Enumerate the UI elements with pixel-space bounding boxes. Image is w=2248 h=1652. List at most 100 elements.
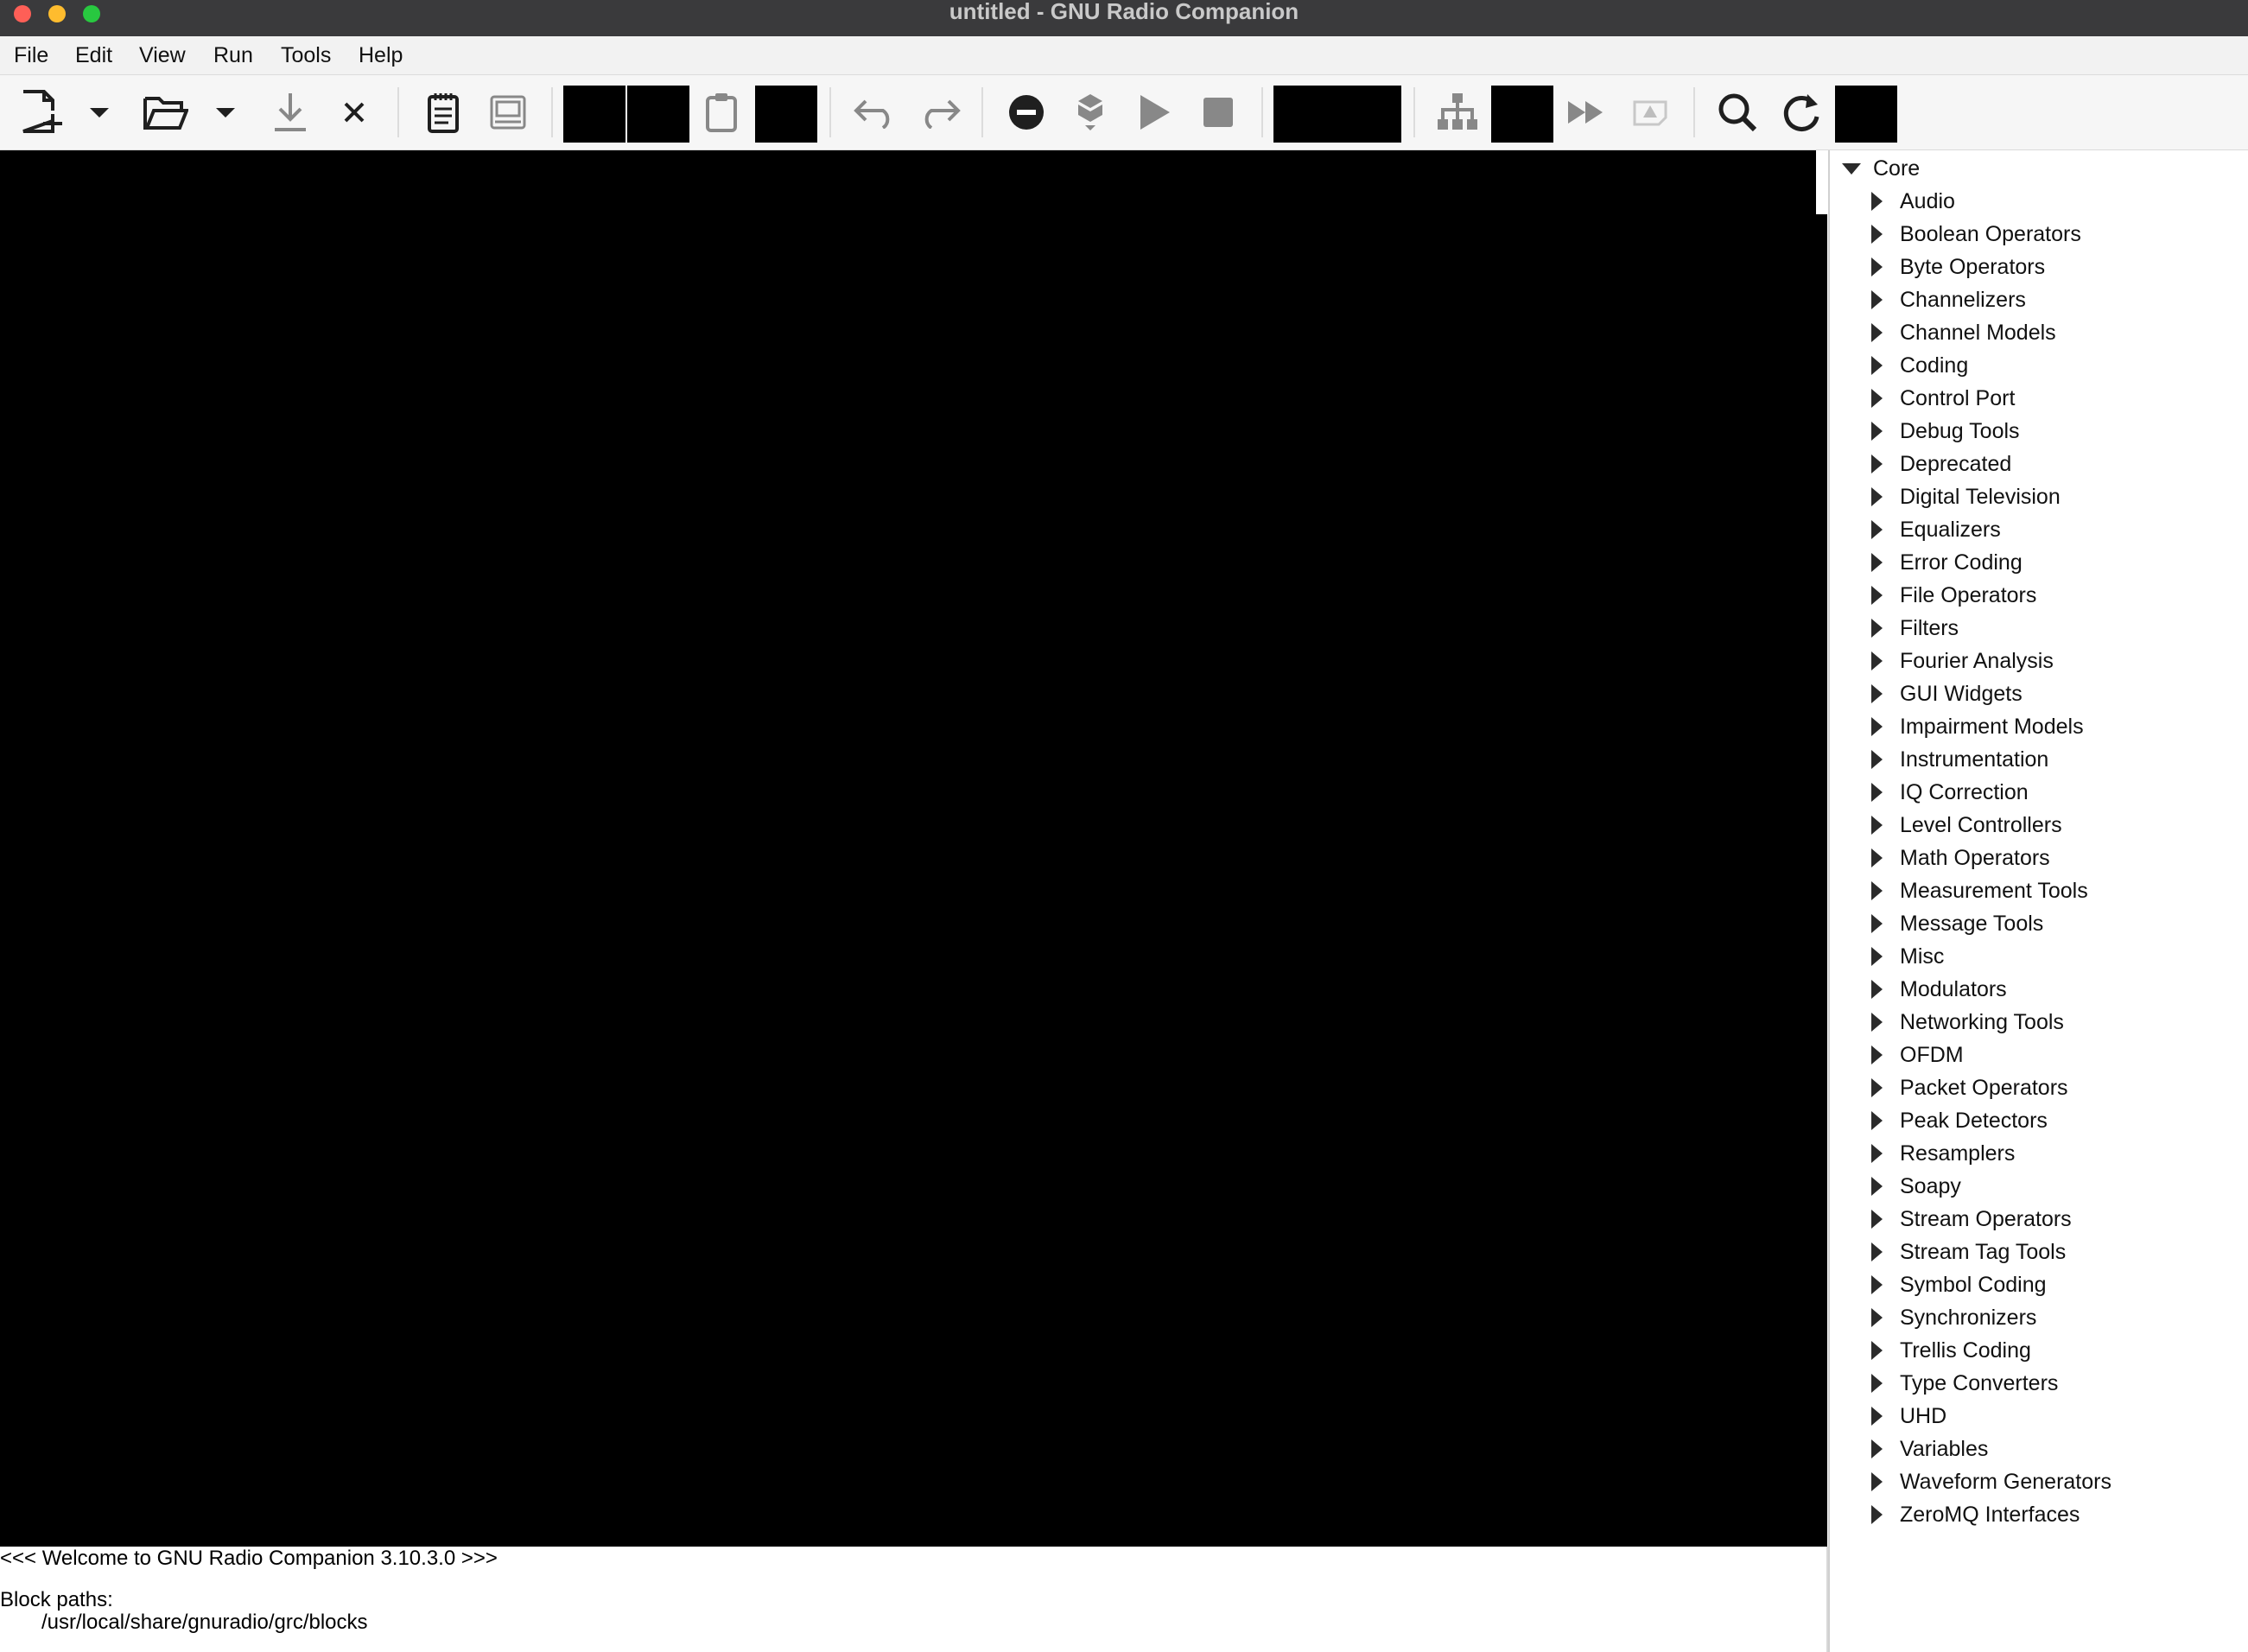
search-button[interactable] — [1707, 75, 1768, 149]
expand-arrow-icon[interactable] — [1871, 520, 1883, 539]
expand-arrow-icon[interactable] — [1871, 257, 1883, 276]
tree-item-stream-tag-tools[interactable]: Stream Tag Tools — [1871, 1236, 2066, 1268]
tree-item-gui-widgets[interactable]: GUI Widgets — [1871, 677, 2023, 710]
paste-button[interactable] — [696, 75, 746, 149]
expand-arrow-icon[interactable] — [1871, 487, 1883, 506]
tree-item-iq-correction[interactable]: IQ Correction — [1871, 776, 2029, 809]
canvas-scrollbar[interactable] — [1816, 150, 1827, 214]
close-button[interactable] — [332, 75, 377, 149]
expand-arrow-icon[interactable] — [1871, 1045, 1883, 1064]
expand-arrow-icon[interactable] — [1871, 1439, 1883, 1458]
menu-run[interactable]: Run — [213, 41, 253, 69]
expand-arrow-icon[interactable] — [1871, 1111, 1883, 1130]
tree-item-misc[interactable]: Misc — [1871, 940, 1944, 973]
expand-arrow-icon[interactable] — [1871, 1341, 1883, 1360]
expand-arrow-icon[interactable] — [1871, 290, 1883, 309]
tree-item-file-operators[interactable]: File Operators — [1871, 579, 2036, 612]
tree-item-stream-operators[interactable]: Stream Operators — [1871, 1203, 2072, 1236]
expand-arrow-icon[interactable] — [1871, 422, 1883, 441]
execute-button[interactable] — [1128, 75, 1180, 149]
expand-arrow-icon[interactable] — [1871, 651, 1883, 670]
report-button[interactable] — [418, 75, 468, 149]
expand-arrow-icon[interactable] — [1871, 1210, 1883, 1229]
expand-arrow-icon[interactable] — [1871, 881, 1883, 900]
tree-item-trellis-coding[interactable]: Trellis Coding — [1871, 1334, 2031, 1367]
expand-arrow-icon[interactable] — [1871, 783, 1883, 802]
cut-button[interactable] — [563, 86, 626, 143]
create-hier-button[interactable] — [1491, 86, 1553, 143]
expand-arrow-icon[interactable] — [1871, 1242, 1883, 1261]
tree-item-resamplers[interactable]: Resamplers — [1871, 1137, 2015, 1170]
reload-button[interactable] — [1771, 75, 1832, 149]
expand-arrow-icon[interactable] — [1871, 1308, 1883, 1327]
expand-arrow-icon[interactable] — [1871, 947, 1883, 966]
menu-edit[interactable]: Edit — [75, 41, 112, 69]
tree-item-measurement-tools[interactable]: Measurement Tools — [1871, 874, 2088, 907]
tree-item-impairment-models[interactable]: Impairment Models — [1871, 710, 2084, 743]
tree-item-digital-television[interactable]: Digital Television — [1871, 480, 2061, 513]
forward-button[interactable] — [1560, 75, 1612, 149]
expand-arrow-icon[interactable] — [1871, 1407, 1883, 1426]
expand-arrow-icon[interactable] — [1871, 356, 1883, 375]
expand-arrow-icon[interactable] — [1871, 454, 1883, 473]
expand-arrow-icon[interactable] — [1871, 1505, 1883, 1524]
new-flowgraph-button[interactable] — [10, 75, 71, 149]
tree-item-waveform-generators[interactable]: Waveform Generators — [1871, 1465, 2111, 1498]
redo-button[interactable] — [909, 75, 969, 149]
tree-item-networking-tools[interactable]: Networking Tools — [1871, 1006, 2064, 1039]
disable-block-button[interactable] — [999, 75, 1054, 149]
tree-item-channel-models[interactable]: Channel Models — [1871, 316, 2056, 349]
expand-arrow-icon[interactable] — [1871, 553, 1883, 572]
errors-button[interactable] — [1624, 75, 1676, 149]
new-flowgraph-dropdown[interactable] — [85, 75, 114, 149]
undo-button[interactable] — [845, 75, 905, 149]
tree-item-ofdm[interactable]: OFDM — [1871, 1039, 1964, 1071]
expand-arrow-icon[interactable] — [1871, 389, 1883, 408]
tree-item-soapy[interactable]: Soapy — [1871, 1170, 1961, 1203]
tree-item-type-converters[interactable]: Type Converters — [1871, 1367, 2058, 1400]
expand-arrow-icon[interactable] — [1871, 1078, 1883, 1097]
menu-file[interactable]: File — [14, 41, 48, 69]
expand-arrow-icon[interactable] — [1871, 586, 1883, 605]
tree-item-control-port[interactable]: Control Port — [1871, 382, 2015, 415]
tree-item-coding[interactable]: Coding — [1871, 349, 1968, 382]
copy-button[interactable] — [627, 86, 689, 143]
expand-arrow-icon[interactable] — [1871, 1177, 1883, 1196]
screen-capture-button[interactable] — [482, 75, 534, 149]
tree-item-math-operators[interactable]: Math Operators — [1871, 842, 2050, 874]
expand-arrow-icon[interactable] — [1871, 1144, 1883, 1163]
expand-arrow-icon[interactable] — [1871, 1472, 1883, 1491]
tree-item-uhd[interactable]: UHD — [1871, 1400, 1946, 1433]
expand-arrow-icon[interactable] — [1871, 1275, 1883, 1294]
tree-item-channelizers[interactable]: Channelizers — [1871, 283, 2026, 316]
expand-arrow-icon[interactable] — [1871, 192, 1883, 211]
tree-item-variables[interactable]: Variables — [1871, 1433, 1988, 1465]
stop-button[interactable] — [1192, 75, 1244, 149]
open-dropdown[interactable] — [211, 75, 240, 149]
tree-item-modulators[interactable]: Modulators — [1871, 973, 2007, 1006]
tree-item-level-controllers[interactable]: Level Controllers — [1871, 809, 2062, 842]
menu-view[interactable]: View — [139, 41, 186, 69]
expand-arrow-icon[interactable] — [1871, 848, 1883, 867]
flowgraph-canvas[interactable] — [0, 150, 1827, 1547]
rotate-button[interactable] — [1273, 86, 1401, 143]
tree-item-equalizers[interactable]: Equalizers — [1871, 513, 2001, 546]
tree-item-packet-operators[interactable]: Packet Operators — [1871, 1071, 2068, 1104]
tree-item-boolean-operators[interactable]: Boolean Operators — [1871, 218, 2081, 251]
expand-arrow-icon[interactable] — [1871, 750, 1883, 769]
tree-item-filters[interactable]: Filters — [1871, 612, 1959, 645]
tree-item-fourier-analysis[interactable]: Fourier Analysis — [1871, 645, 2054, 677]
expand-arrow-icon[interactable] — [1871, 1013, 1883, 1032]
expand-arrow-icon[interactable] — [1871, 684, 1883, 703]
tree-item-instrumentation[interactable]: Instrumentation — [1871, 743, 2048, 776]
bypass-block-button[interactable] — [1064, 75, 1116, 149]
hierarchy-button[interactable] — [1429, 75, 1486, 149]
save-button[interactable] — [264, 75, 316, 149]
tree-item-peak-detectors[interactable]: Peak Detectors — [1871, 1104, 2048, 1137]
tree-item-byte-operators[interactable]: Byte Operators — [1871, 251, 2045, 283]
tree-item-synchronizers[interactable]: Synchronizers — [1871, 1301, 2036, 1334]
tree-item-zeromq-interfaces[interactable]: ZeroMQ Interfaces — [1871, 1498, 2080, 1531]
tree-item-symbol-coding[interactable]: Symbol Coding — [1871, 1268, 2047, 1301]
expand-arrow-icon[interactable] — [1871, 225, 1883, 244]
tree-item-error-coding[interactable]: Error Coding — [1871, 546, 2023, 579]
